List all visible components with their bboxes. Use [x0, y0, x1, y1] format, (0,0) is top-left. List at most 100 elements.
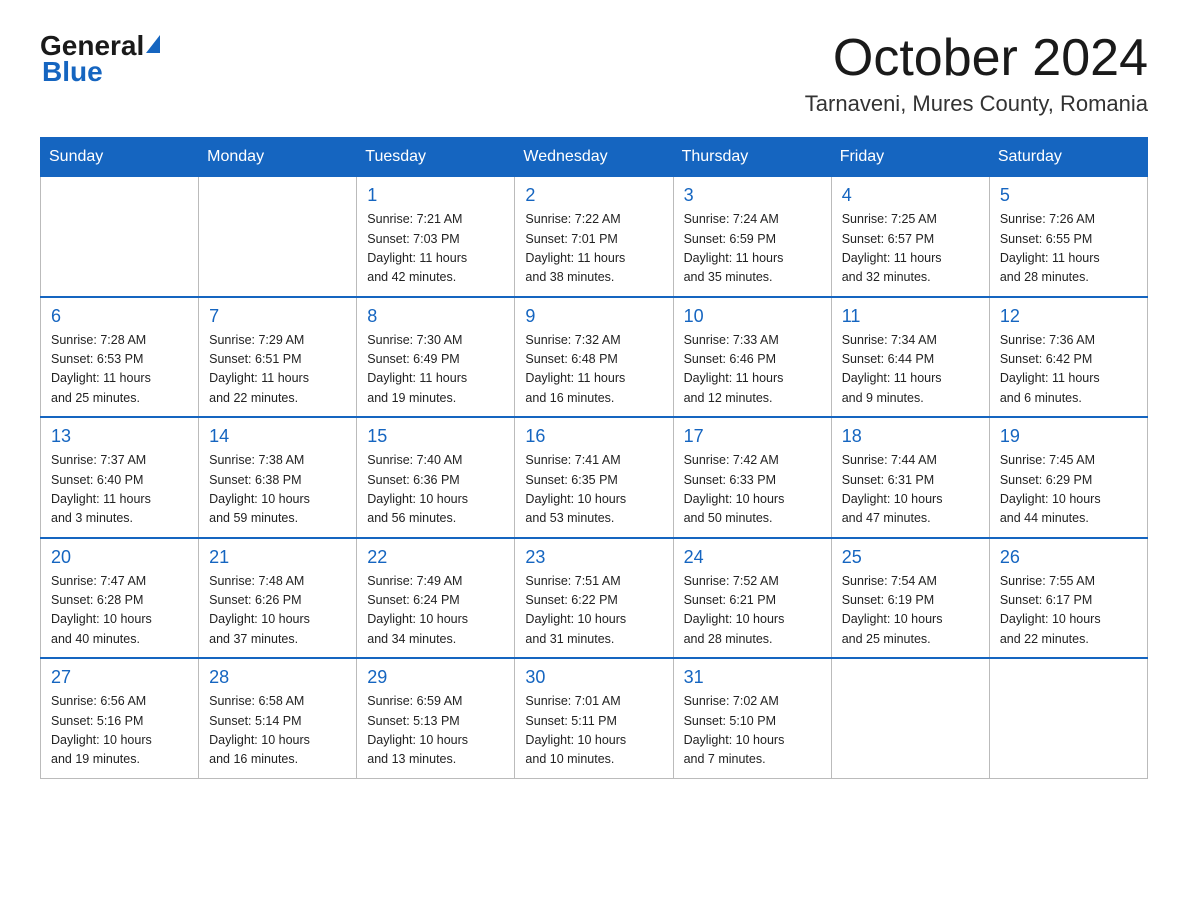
calendar-cell: 24 Sunrise: 7:52 AM Sunset: 6:21 PM Dayli… — [673, 538, 831, 659]
calendar-cell: 2Sunrise: 7:22 AM Sunset: 7:01 PM Daylig… — [515, 177, 673, 297]
calendar-cell: 27 Sunrise: 6:56 AM Sunset: 5:16 PM Dayli… — [41, 658, 199, 778]
day-number: 22 — [367, 547, 504, 568]
day-info: Sunrise: 7:42 AM Sunset: 6:33 PM Dayligh… — [684, 451, 821, 529]
day-info: Sunrise: 7:25 AM Sunset: 6:57 PM Dayligh… — [842, 210, 979, 288]
day-info: Sunrise: 7:21 AM Sunset: 7:03 PM Dayligh… — [367, 210, 504, 288]
calendar-table: SundayMondayTuesdayWednesdayThursdayFrid… — [40, 137, 1148, 779]
calendar-cell — [41, 177, 199, 297]
day-info: Sunrise: 7:44 AM Sunset: 6:31 PM Dayligh… — [842, 451, 979, 529]
calendar-cell — [989, 658, 1147, 778]
day-number: 18 — [842, 426, 979, 447]
day-number: 3 — [684, 185, 821, 206]
day-info: Sunrise: 7:30 AM Sunset: 6:49 PM Dayligh… — [367, 331, 504, 409]
calendar-cell: 19 Sunrise: 7:45 AM Sunset: 6:29 PM Dayli… — [989, 417, 1147, 538]
day-number: 8 — [367, 306, 504, 327]
day-number: 11 — [842, 306, 979, 327]
day-number: 24 — [684, 547, 821, 568]
weekday-header-wednesday: Wednesday — [515, 138, 673, 177]
day-number: 23 — [525, 547, 662, 568]
calendar-cell: 22 Sunrise: 7:49 AM Sunset: 6:24 PM Dayli… — [357, 538, 515, 659]
calendar-cell: 17 Sunrise: 7:42 AM Sunset: 6:33 PM Dayli… — [673, 417, 831, 538]
day-info: Sunrise: 7:41 AM Sunset: 6:35 PM Dayligh… — [525, 451, 662, 529]
calendar-week-row: 20 Sunrise: 7:47 AM Sunset: 6:28 PM Dayli… — [41, 538, 1148, 659]
day-info: Sunrise: 7:55 AM Sunset: 6:17 PM Dayligh… — [1000, 572, 1137, 650]
calendar-cell: 6 Sunrise: 7:28 AM Sunset: 6:53 PM Daylig… — [41, 297, 199, 418]
day-number: 27 — [51, 667, 188, 688]
day-number: 12 — [1000, 306, 1137, 327]
calendar-cell: 14Sunrise: 7:38 AM Sunset: 6:38 PM Dayli… — [199, 417, 357, 538]
day-info: Sunrise: 7:24 AM Sunset: 6:59 PM Dayligh… — [684, 210, 821, 288]
calendar-cell: 16 Sunrise: 7:41 AM Sunset: 6:35 PM Dayli… — [515, 417, 673, 538]
day-number: 29 — [367, 667, 504, 688]
day-number: 25 — [842, 547, 979, 568]
day-number: 21 — [209, 547, 346, 568]
day-info: Sunrise: 7:28 AM Sunset: 6:53 PM Dayligh… — [51, 331, 188, 409]
month-title: October 2024 — [805, 30, 1148, 87]
day-number: 7 — [209, 306, 346, 327]
calendar-cell: 31 Sunrise: 7:02 AM Sunset: 5:10 PM Dayli… — [673, 658, 831, 778]
day-info: Sunrise: 7:37 AM Sunset: 6:40 PM Dayligh… — [51, 451, 188, 529]
day-number: 15 — [367, 426, 504, 447]
day-info: Sunrise: 7:52 AM Sunset: 6:21 PM Dayligh… — [684, 572, 821, 650]
day-number: 20 — [51, 547, 188, 568]
day-number: 16 — [525, 426, 662, 447]
logo-blue-text: Blue — [42, 56, 103, 88]
day-number: 31 — [684, 667, 821, 688]
calendar-cell: 11Sunrise: 7:34 AM Sunset: 6:44 PM Dayli… — [831, 297, 989, 418]
day-info: Sunrise: 6:56 AM Sunset: 5:16 PM Dayligh… — [51, 692, 188, 770]
day-number: 14 — [209, 426, 346, 447]
calendar-week-row: 1 Sunrise: 7:21 AM Sunset: 7:03 PM Daylig… — [41, 177, 1148, 297]
calendar-week-row: 27 Sunrise: 6:56 AM Sunset: 5:16 PM Dayli… — [41, 658, 1148, 778]
day-info: Sunrise: 7:45 AM Sunset: 6:29 PM Dayligh… — [1000, 451, 1137, 529]
day-info: Sunrise: 7:22 AM Sunset: 7:01 PM Dayligh… — [525, 210, 662, 288]
calendar-cell: 12Sunrise: 7:36 AM Sunset: 6:42 PM Dayli… — [989, 297, 1147, 418]
weekday-header-friday: Friday — [831, 138, 989, 177]
calendar-cell: 8 Sunrise: 7:30 AM Sunset: 6:49 PM Daylig… — [357, 297, 515, 418]
day-info: Sunrise: 7:32 AM Sunset: 6:48 PM Dayligh… — [525, 331, 662, 409]
calendar-cell: 20 Sunrise: 7:47 AM Sunset: 6:28 PM Dayli… — [41, 538, 199, 659]
day-info: Sunrise: 7:33 AM Sunset: 6:46 PM Dayligh… — [684, 331, 821, 409]
day-info: Sunrise: 7:40 AM Sunset: 6:36 PM Dayligh… — [367, 451, 504, 529]
weekday-header-tuesday: Tuesday — [357, 138, 515, 177]
day-number: 1 — [367, 185, 504, 206]
header: General Blue October 2024 Tarnaveni, Mur… — [40, 30, 1148, 117]
day-number: 19 — [1000, 426, 1137, 447]
weekday-header-row: SundayMondayTuesdayWednesdayThursdayFrid… — [41, 138, 1148, 177]
calendar-cell: 29Sunrise: 6:59 AM Sunset: 5:13 PM Dayli… — [357, 658, 515, 778]
calendar-cell: 9 Sunrise: 7:32 AM Sunset: 6:48 PM Daylig… — [515, 297, 673, 418]
day-info: Sunrise: 7:49 AM Sunset: 6:24 PM Dayligh… — [367, 572, 504, 650]
day-info: Sunrise: 7:51 AM Sunset: 6:22 PM Dayligh… — [525, 572, 662, 650]
day-number: 9 — [525, 306, 662, 327]
logo-triangle-icon — [146, 35, 160, 53]
day-number: 30 — [525, 667, 662, 688]
calendar-cell: 21Sunrise: 7:48 AM Sunset: 6:26 PM Dayli… — [199, 538, 357, 659]
day-info: Sunrise: 7:02 AM Sunset: 5:10 PM Dayligh… — [684, 692, 821, 770]
calendar-cell: 3 Sunrise: 7:24 AM Sunset: 6:59 PM Daylig… — [673, 177, 831, 297]
day-number: 10 — [684, 306, 821, 327]
weekday-header-saturday: Saturday — [989, 138, 1147, 177]
location-title: Tarnaveni, Mures County, Romania — [805, 91, 1148, 117]
calendar-week-row: 13 Sunrise: 7:37 AM Sunset: 6:40 PM Dayli… — [41, 417, 1148, 538]
day-number: 6 — [51, 306, 188, 327]
calendar-cell: 26 Sunrise: 7:55 AM Sunset: 6:17 PM Dayli… — [989, 538, 1147, 659]
day-number: 28 — [209, 667, 346, 688]
calendar-week-row: 6 Sunrise: 7:28 AM Sunset: 6:53 PM Daylig… — [41, 297, 1148, 418]
day-info: Sunrise: 7:01 AM Sunset: 5:11 PM Dayligh… — [525, 692, 662, 770]
weekday-header-monday: Monday — [199, 138, 357, 177]
calendar-cell: 5Sunrise: 7:26 AM Sunset: 6:55 PM Daylig… — [989, 177, 1147, 297]
day-info: Sunrise: 7:54 AM Sunset: 6:19 PM Dayligh… — [842, 572, 979, 650]
day-number: 26 — [1000, 547, 1137, 568]
calendar-cell: 10 Sunrise: 7:33 AM Sunset: 6:46 PM Dayli… — [673, 297, 831, 418]
day-number: 13 — [51, 426, 188, 447]
day-number: 5 — [1000, 185, 1137, 206]
calendar-cell: 23 Sunrise: 7:51 AM Sunset: 6:22 PM Dayli… — [515, 538, 673, 659]
calendar-cell — [831, 658, 989, 778]
calendar-cell: 18 Sunrise: 7:44 AM Sunset: 6:31 PM Dayli… — [831, 417, 989, 538]
day-number: 17 — [684, 426, 821, 447]
day-info: Sunrise: 7:47 AM Sunset: 6:28 PM Dayligh… — [51, 572, 188, 650]
calendar-cell: 15 Sunrise: 7:40 AM Sunset: 6:36 PM Dayli… — [357, 417, 515, 538]
day-info: Sunrise: 7:29 AM Sunset: 6:51 PM Dayligh… — [209, 331, 346, 409]
calendar-cell: 30 Sunrise: 7:01 AM Sunset: 5:11 PM Dayli… — [515, 658, 673, 778]
calendar-cell: 1 Sunrise: 7:21 AM Sunset: 7:03 PM Daylig… — [357, 177, 515, 297]
day-number: 4 — [842, 185, 979, 206]
